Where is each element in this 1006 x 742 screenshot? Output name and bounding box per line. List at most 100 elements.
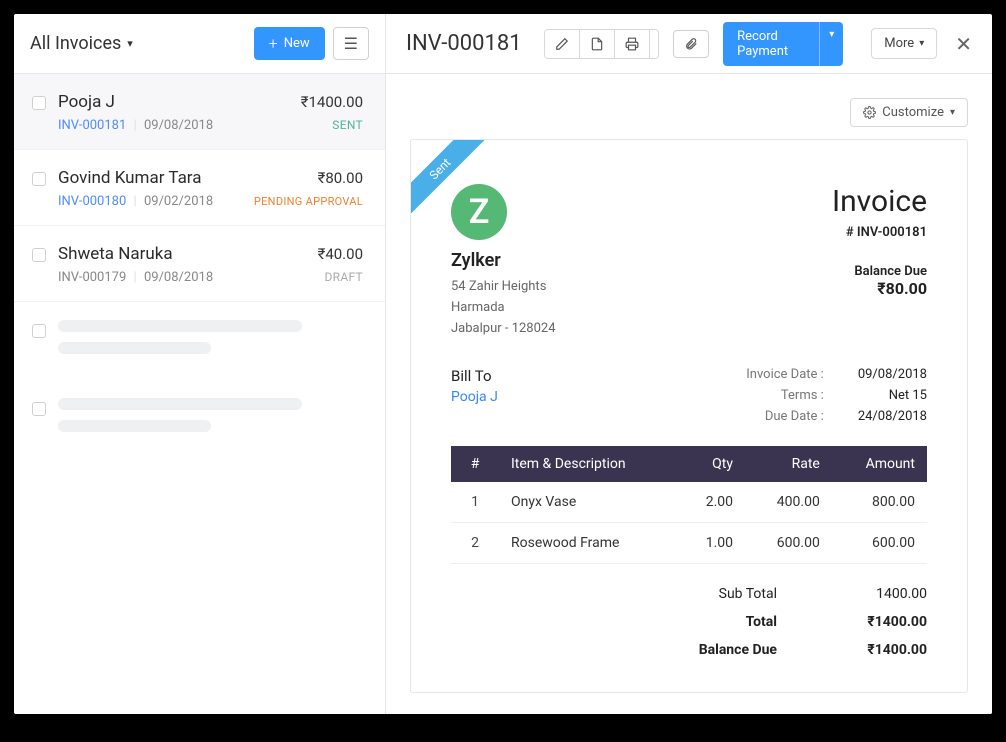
close-icon: ✕ [955, 32, 972, 56]
invoice-date: 09/02/2018 [144, 194, 213, 209]
invoice-detail-panel: INV-000181 Record [386, 14, 992, 714]
invoice-amount: ₹40.00 [318, 245, 363, 263]
balance-due-total-value: ₹1400.00 [817, 642, 927, 658]
list-item[interactable]: Govind Kumar Tara ₹80.00 INV-000180 | 09… [14, 150, 385, 226]
customer-name: Govind Kumar Tara [58, 168, 202, 188]
cell-rate: 400.00 [745, 482, 832, 523]
customer-name: Shweta Naruka [58, 244, 173, 264]
list-item-placeholder [14, 302, 385, 380]
cell-num: 2 [451, 523, 499, 564]
status-badge: DRAFT [324, 270, 363, 284]
balance-due-amount: ₹80.00 [832, 279, 927, 298]
row-checkbox[interactable] [32, 248, 46, 262]
caret-down-icon: ▾ [919, 38, 924, 49]
more-label: More [884, 36, 914, 51]
list-item[interactable]: Pooja J ₹1400.00 INV-000181 | 09/08/2018… [14, 74, 385, 150]
list-item[interactable]: Shweta Naruka ₹40.00 INV-000179 | 09/08/… [14, 226, 385, 302]
subtotal-value: 1400.00 [817, 586, 927, 602]
cell-amount: 600.00 [832, 523, 927, 564]
record-payment-label: Record Payment [737, 29, 788, 59]
list-title-dropdown[interactable]: All Invoices ▾ [30, 33, 133, 54]
company-logo: Z [451, 184, 507, 240]
invoice-number: INV-000180 [58, 194, 126, 209]
invoice-date: 09/08/2018 [144, 118, 213, 133]
plus-icon: + [269, 36, 278, 52]
status-badge: SENT [332, 118, 363, 132]
total-value: ₹1400.00 [817, 614, 927, 630]
status-badge: PENDING APPROVAL [254, 195, 363, 208]
col-number: # [451, 446, 499, 482]
total-label: Total [699, 614, 777, 630]
cell-qty: 2.00 [679, 482, 745, 523]
invoice-document: Sent Z Zylker 54 Zahir Heights Harmada J… [410, 139, 968, 693]
balance-due-total-label: Balance Due [699, 642, 777, 658]
new-button-label: New [284, 36, 310, 51]
invoice-date-value: 09/08/2018 [858, 367, 927, 382]
invoice-amount: ₹1400.00 [301, 93, 363, 111]
row-checkbox[interactable] [32, 172, 46, 186]
cell-qty: 1.00 [679, 523, 745, 564]
row-checkbox[interactable] [32, 324, 46, 338]
col-rate: Rate [745, 446, 832, 482]
invoice-date: 09/08/2018 [144, 270, 213, 285]
cell-rate: 600.00 [745, 523, 832, 564]
cell-desc: Rosewood Frame [499, 523, 679, 564]
edit-button[interactable] [545, 30, 580, 58]
caret-down-icon: ▾ [950, 107, 955, 118]
email-button[interactable] [650, 30, 660, 58]
row-checkbox[interactable] [32, 96, 46, 110]
due-date-value: 24/08/2018 [858, 409, 927, 424]
company-address-line: Jabalpur - 128024 [451, 319, 556, 340]
list-item-placeholder [14, 380, 385, 458]
bill-to-label: Bill To [451, 367, 498, 385]
pdf-button[interactable] [580, 30, 615, 58]
record-payment-dropdown[interactable]: ▾ [819, 22, 843, 66]
items-table: # Item & Description Qty Rate Amount 1 O… [451, 446, 927, 564]
paperclip-icon [684, 37, 698, 51]
customize-label: Customize [882, 105, 944, 120]
close-button[interactable]: ✕ [955, 32, 972, 56]
cell-amount: 800.00 [832, 482, 927, 523]
list-header: All Invoices ▾ + New ☰ [14, 14, 385, 74]
document-area: Customize ▾ Sent Z Zylker 54 Zahir Heigh… [386, 74, 992, 714]
company-address-line: Harmada [451, 298, 556, 319]
cell-desc: Onyx Vase [499, 482, 679, 523]
print-button[interactable] [615, 30, 650, 58]
invoice-number: INV-000181 [58, 118, 126, 133]
col-qty: Qty [679, 446, 745, 482]
record-payment-button[interactable]: Record Payment [723, 22, 819, 66]
due-date-label: Due Date : [746, 409, 824, 424]
invoice-list: Pooja J ₹1400.00 INV-000181 | 09/08/2018… [14, 74, 385, 714]
printer-icon [625, 37, 639, 51]
gear-icon [863, 106, 876, 119]
document-type: Invoice [832, 184, 927, 219]
balance-due-label: Balance Due [832, 264, 927, 279]
action-icon-group [544, 29, 660, 59]
invoice-amount: ₹80.00 [318, 169, 363, 187]
terms-value: Net 15 [858, 388, 927, 403]
record-payment-group: Record Payment ▾ [723, 22, 843, 66]
new-button[interactable]: + New [254, 27, 325, 60]
company-name: Zylker [451, 250, 556, 271]
detail-title: INV-000181 [406, 31, 522, 56]
col-description: Item & Description [499, 446, 679, 482]
attach-button[interactable] [673, 30, 709, 58]
customize-button[interactable]: Customize ▾ [850, 98, 968, 127]
list-menu-button[interactable]: ☰ [333, 27, 369, 60]
table-row: 2 Rosewood Frame 1.00 600.00 600.00 [451, 523, 927, 564]
subtotal-label: Sub Total [699, 586, 777, 602]
customer-name: Pooja J [58, 92, 115, 112]
pencil-icon [555, 37, 569, 51]
list-title-label: All Invoices [30, 33, 121, 54]
invoice-date-label: Invoice Date : [746, 367, 824, 382]
company-address-line: 54 Zahir Heights [451, 277, 556, 298]
invoice-number: INV-000179 [58, 270, 126, 285]
document-number: # INV-000181 [832, 225, 927, 240]
row-checkbox[interactable] [32, 402, 46, 416]
file-icon [590, 37, 604, 51]
bill-to-name[interactable]: Pooja J [451, 389, 498, 405]
caret-down-icon: ▾ [127, 37, 133, 50]
col-amount: Amount [832, 446, 927, 482]
more-button[interactable]: More ▾ [871, 28, 937, 59]
table-row: 1 Onyx Vase 2.00 400.00 800.00 [451, 482, 927, 523]
